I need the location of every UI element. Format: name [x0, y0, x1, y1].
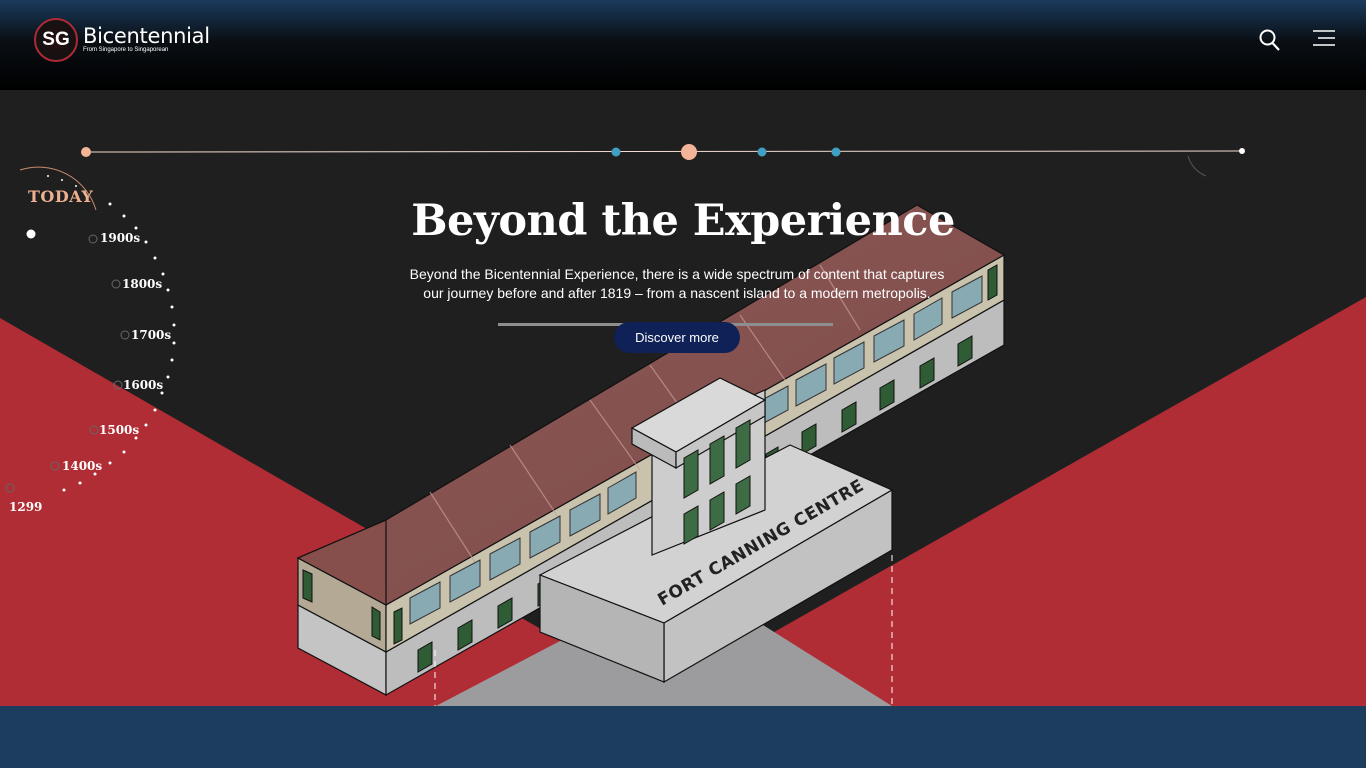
- era-1299[interactable]: 1299: [9, 500, 42, 514]
- hamburger-menu-icon[interactable]: [1312, 28, 1336, 53]
- era-1800s[interactable]: 1800s: [122, 277, 162, 291]
- progress-arc-faint: [1187, 155, 1207, 177]
- progress-start-dot[interactable]: [81, 147, 91, 157]
- logo-badge: SG: [34, 18, 78, 62]
- search-icon[interactable]: [1259, 28, 1281, 57]
- era-1700s[interactable]: 1700s: [131, 328, 171, 342]
- site-header: SG Bicentennial From Singapore to Singap…: [0, 0, 1366, 90]
- background-scene: FORT CANNING CENTRE: [0, 144, 1366, 706]
- hero-title: Beyond the Experience: [411, 196, 955, 246]
- logo-name: Bicentennial: [83, 23, 210, 48]
- discover-more-button[interactable]: Discover more: [614, 322, 740, 353]
- progress-end-dot[interactable]: [1239, 148, 1245, 154]
- progress-stop-dot[interactable]: [611, 147, 621, 157]
- timeline-today-label[interactable]: TODAY: [28, 187, 93, 206]
- era-1900s[interactable]: 1900s: [100, 231, 140, 245]
- sg-bicentennial-logo[interactable]: SG Bicentennial From Singapore to Singap…: [34, 18, 210, 62]
- logo-text: Bicentennial From Singapore to Singapore…: [83, 23, 210, 55]
- progress-stop-dot[interactable]: [831, 147, 841, 157]
- footer-band: [0, 706, 1366, 768]
- progress-current-dot[interactable]: [681, 144, 697, 160]
- progress-stop-dot[interactable]: [757, 147, 767, 157]
- era-1500s[interactable]: 1500s: [99, 423, 139, 437]
- today-marker[interactable]: [26, 229, 36, 239]
- era-1400s[interactable]: 1400s: [62, 459, 102, 473]
- era-1600s[interactable]: 1600s: [123, 378, 163, 392]
- hero-description: Beyond the Bicentennial Experience, ther…: [409, 266, 945, 301]
- progress-line: [85, 150, 1243, 153]
